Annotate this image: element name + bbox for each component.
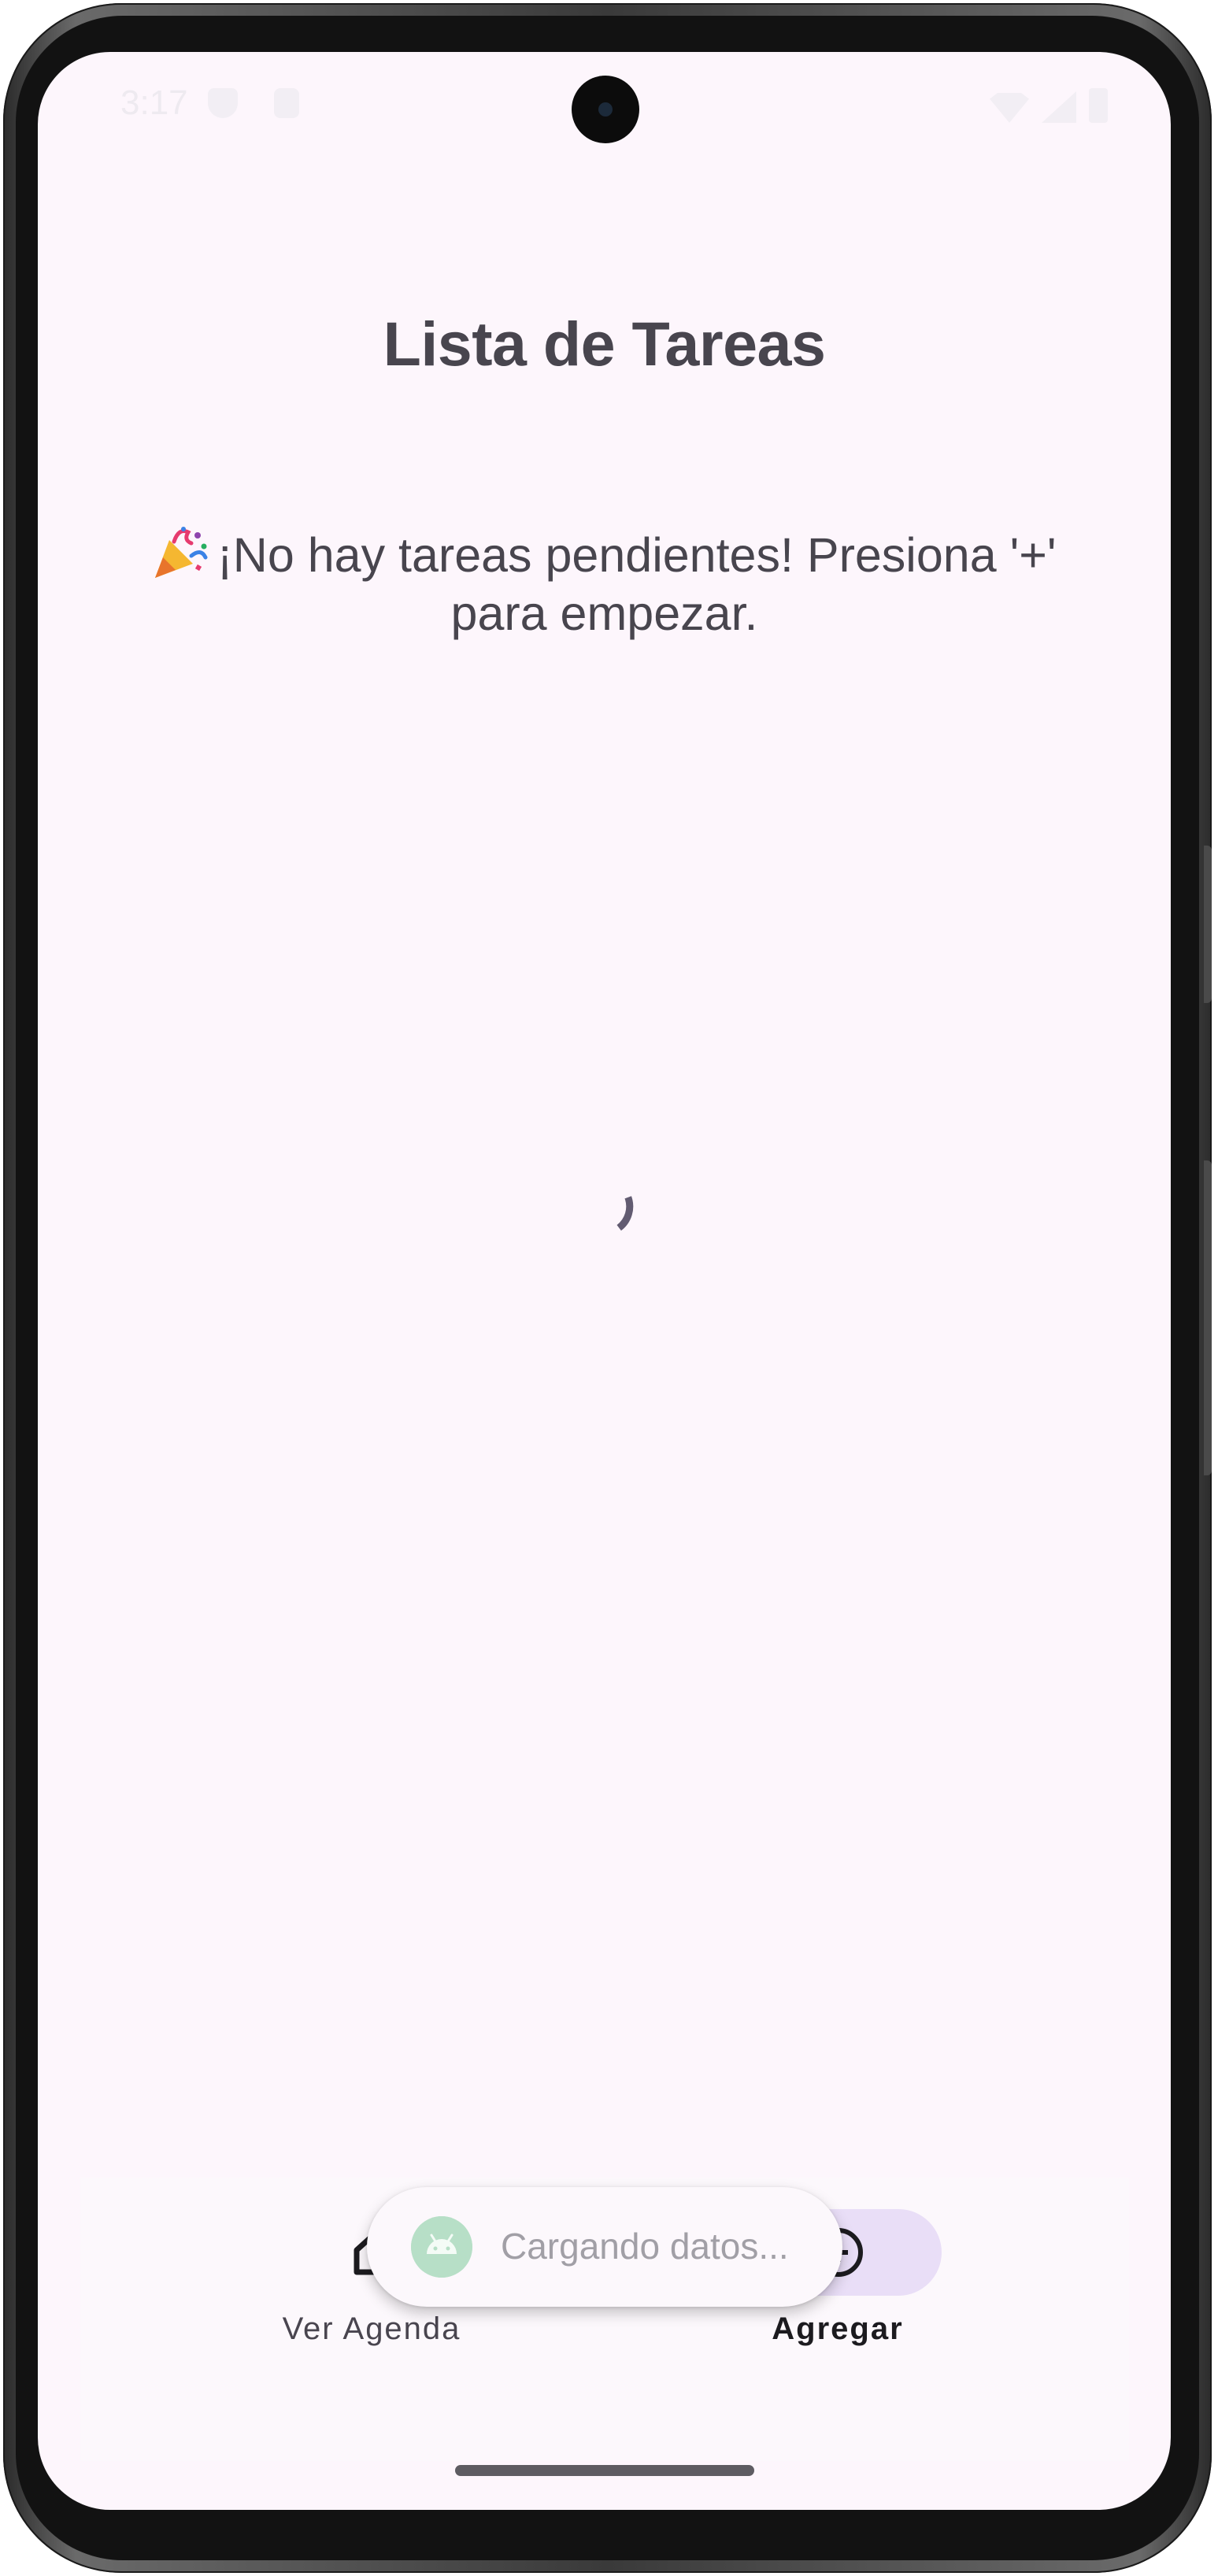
home-gesture-bar[interactable] (455, 2465, 754, 2476)
page-title: Lista de Tareas (383, 309, 826, 379)
nav-label-agregar: Agregar (772, 2311, 904, 2346)
loading-spinner (616, 1196, 634, 1231)
toast-text: Cargando datos... (501, 2226, 789, 2267)
signal-icon (1042, 91, 1076, 123)
empty-state-message: ¡No hay tareas pendientes! Presiona '+' … (140, 524, 1068, 642)
wifi-icon (990, 93, 1029, 123)
front-camera (572, 76, 639, 143)
party-popper-icon (155, 527, 208, 578)
empty-state-text: ¡No hay tareas pendientes! Presiona '+' … (217, 528, 1057, 640)
app-screen: 3:17 Lista de Tareas ¡No hay tareas pend… (38, 52, 1171, 2510)
volume-button (1204, 1160, 1212, 1475)
android-icon (411, 2216, 472, 2278)
sd-card-icon (274, 88, 299, 118)
status-time: 3:17 (120, 83, 188, 122)
toast-notification: Cargando datos... (367, 2187, 842, 2307)
shield-icon (208, 88, 238, 118)
camera-lens (598, 102, 613, 117)
nav-label-ver-agenda: Ver Agenda (282, 2311, 461, 2346)
power-button (1204, 846, 1212, 1003)
status-icons (990, 88, 1108, 123)
battery-icon (1089, 88, 1108, 123)
